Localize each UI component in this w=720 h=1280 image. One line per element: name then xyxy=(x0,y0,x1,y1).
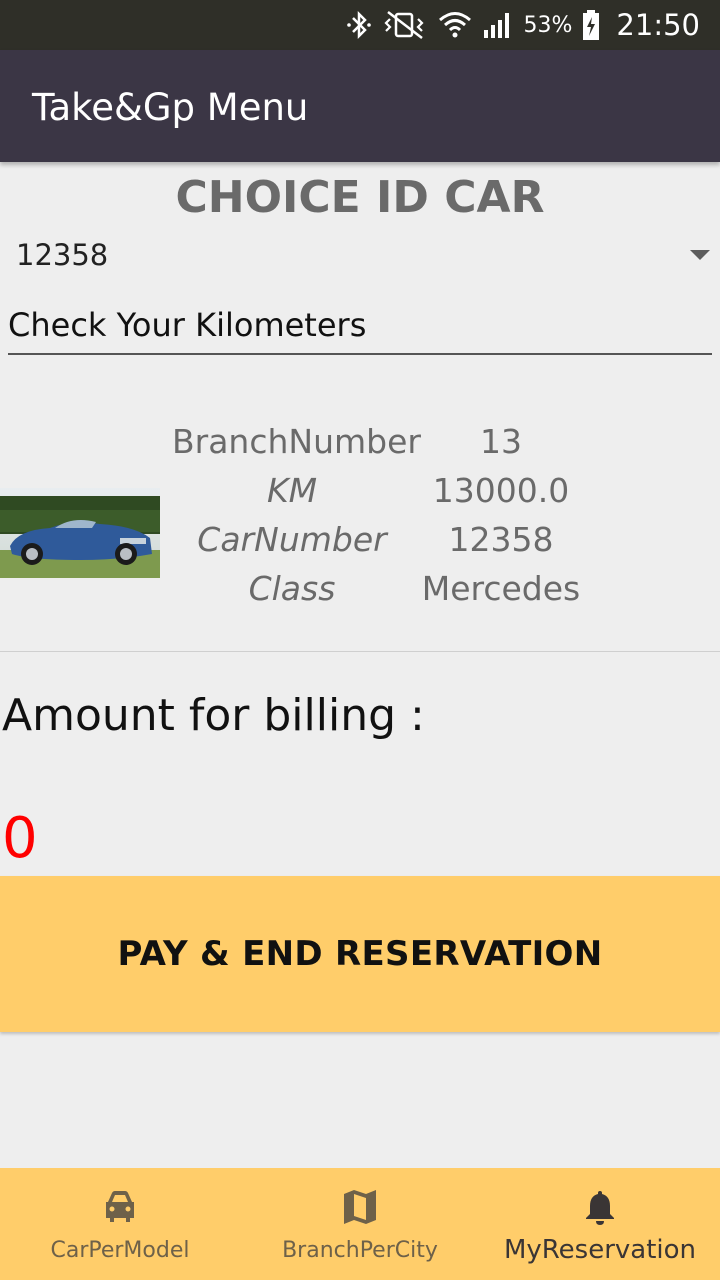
nav-label: MyReservation xyxy=(503,1235,697,1265)
map-icon xyxy=(344,1190,376,1224)
signal-icon xyxy=(483,13,509,38)
detail-row-carnumber: CarNumber 12358 xyxy=(0,520,720,569)
detail-value: 12358 xyxy=(448,520,554,559)
detail-label: CarNumber xyxy=(197,520,387,559)
amount-label: Amount for billing : xyxy=(2,690,425,741)
nav-item-myreservation[interactable]: MyReservation xyxy=(480,1168,720,1280)
car-id-spinner[interactable]: 12358 xyxy=(0,232,720,282)
page-title: CHOICE ID CAR xyxy=(175,172,545,223)
divider xyxy=(0,651,720,652)
detail-label: KM xyxy=(266,471,318,510)
kilometers-input[interactable] xyxy=(8,300,712,350)
detail-value: 13 xyxy=(480,422,522,461)
pay-end-reservation-button[interactable]: PAY & END RESERVATION xyxy=(0,876,720,1032)
detail-row-branch: BranchNumber 13 xyxy=(0,422,720,471)
vibrate-mute-icon xyxy=(383,11,424,39)
detail-row-class: Class Mercedes xyxy=(0,569,720,618)
dropdown-arrow-icon xyxy=(690,250,710,260)
wifi-icon xyxy=(438,12,471,38)
detail-value: 13000.0 xyxy=(432,471,570,510)
pay-button-label: PAY & END RESERVATION xyxy=(117,934,603,974)
nav-label: CarPerModel xyxy=(50,1238,190,1263)
kilometers-field xyxy=(8,300,712,355)
detail-value: Mercedes xyxy=(421,569,581,608)
nav-item-branchpercity[interactable]: BranchPerCity xyxy=(240,1168,480,1280)
status-icons: 53% 21:50 xyxy=(346,0,700,50)
bottom-nav: CarPerModel BranchPerCity MyReservation xyxy=(0,1168,720,1280)
nav-label: BranchPerCity xyxy=(282,1238,438,1263)
amount-value: 0 xyxy=(2,806,38,871)
car-id-selected: 12358 xyxy=(16,238,109,272)
app-bar: Take&Gp Menu xyxy=(0,50,720,162)
app-title: Take&Gp Menu xyxy=(32,86,309,129)
detail-row-km: KM 13000.0 xyxy=(0,471,720,520)
battery-charging-icon xyxy=(583,10,600,40)
nav-item-carpermodel[interactable]: CarPerModel xyxy=(0,1168,240,1280)
bell-icon xyxy=(586,1191,614,1225)
detail-label: BranchNumber xyxy=(172,422,421,461)
car-icon xyxy=(106,1191,134,1222)
battery-percent: 53% xyxy=(523,12,573,38)
bluetooth-icon xyxy=(346,10,371,40)
detail-label: Class xyxy=(248,569,336,608)
status-bar: 53% 21:50 xyxy=(0,0,720,50)
clock: 21:50 xyxy=(616,8,700,42)
